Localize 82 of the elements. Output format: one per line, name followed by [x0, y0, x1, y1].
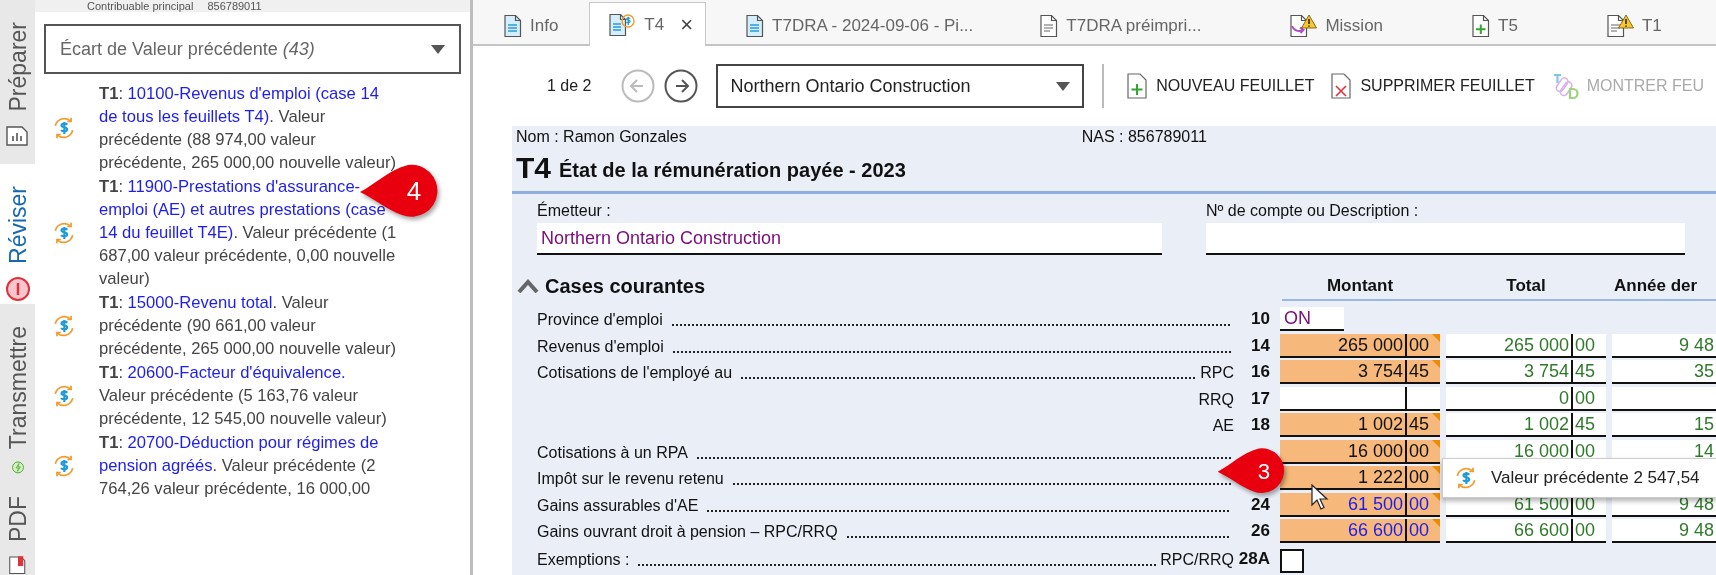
amount-field[interactable]: 9 48: [1612, 519, 1716, 544]
mouse-cursor-icon: [1311, 484, 1329, 510]
taxpayer-name: Nom : Ramon Gonzales: [516, 128, 687, 146]
side-tab[interactable]: Réviser: [0, 164, 35, 304]
document-tab[interactable]: T1: [1592, 4, 1675, 46]
document-tab[interactable]: T5: [1458, 4, 1531, 46]
field-label: RPC/RRQ: [1160, 550, 1234, 569]
box-number: 26: [1251, 521, 1270, 541]
review-item: T1: 20600-Facteur d'équivalence. Valeur précédente (5 163,76 valeur précédente, 12 545,00 nouvelle valeur): [99, 362, 388, 430]
section-heading: Cases courantes: [545, 274, 706, 298]
review-item: T1: 20700-Déduction pour régimes de pension agréés. Valeur précédente (2 764,26 valeur précédente, 16 000,00: [99, 432, 380, 500]
document-plus-icon: [1126, 72, 1149, 100]
amount-field[interactable]: 1 222 00: [1280, 466, 1440, 491]
box-number: 17: [1251, 388, 1270, 408]
chart-document-icon: [4, 123, 31, 148]
filter-dropdown[interactable]: Écart de Valeur précédente (43): [44, 24, 461, 74]
field-label: Nº de compte ou Description :: [1206, 202, 1420, 221]
field-label: Exemptions :: [537, 550, 630, 569]
field-label: Revenus d'emploi: [537, 337, 664, 356]
amount-field[interactable]: 16 000 00: [1280, 439, 1440, 464]
field-label: Province d'emploi: [537, 311, 663, 330]
field-label: RRQ: [1198, 390, 1234, 409]
column-header: Total: [1505, 276, 1547, 296]
sin-number: 856789011: [207, 0, 262, 12]
field-label: Émetteur :: [537, 202, 612, 221]
amount-field[interactable]: 1 002 45: [1280, 413, 1440, 438]
issuer-field[interactable]: Northern Ontario Construction: [537, 223, 1162, 255]
amount-field[interactable]: 66 600 00: [1446, 519, 1606, 544]
document-tab[interactable]: T7DRA - 2024-09-06 - Pi...: [732, 4, 987, 46]
review-item: T1: 15000-Revenu total. Valeur précédente (90 661,00 valeur précédente, 265 000,00 nouvelle valeur): [99, 292, 397, 360]
sin-number: NAS : 856789011: [1081, 128, 1207, 146]
amount-field[interactable]: 1 002 45: [1446, 413, 1606, 438]
close-button[interactable]: ×: [680, 13, 694, 36]
amount-field[interactable]: 3 754 45: [1280, 360, 1440, 385]
employer-dropdown[interactable]: Northern Ontario Construction: [716, 64, 1085, 108]
document-tab[interactable]: Mission: [1276, 4, 1397, 46]
box-number: 14: [1251, 335, 1270, 355]
checkbox[interactable]: [1280, 548, 1304, 573]
document-tab[interactable]: Info: [490, 4, 572, 46]
amount-field[interactable]: [1280, 386, 1440, 411]
field-label: Impôt sur le revenu retenu: [537, 470, 724, 489]
caret-icon: [431, 44, 445, 54]
field-label: Gains assurables d'AE: [537, 496, 699, 515]
amount-field[interactable]: 66 600 00: [1280, 519, 1440, 544]
review-item: T1: 11900-Prestations d'assurance-emploi (AE) et autres prestations (case 14 du feuillet T4E). Valeur précédente (1 687,00 valeur précédente, 0,00 nouvelle valeur): [99, 176, 397, 290]
province-field[interactable]: ON: [1280, 307, 1344, 332]
amount-field[interactable]: 9 48: [1612, 333, 1716, 358]
document-cross-icon: [1330, 72, 1353, 100]
form-code: T4: [516, 151, 551, 185]
review-item: T1: 10100-Revenus d'emploi (case 14 de tous les feuillets T4). Valeur précédente (88 974,00 valeur précédente, 265 000,00 nouvelle valeur): [99, 83, 397, 174]
amount-field[interactable]: 35: [1612, 360, 1716, 385]
form-title: État de la rémunération payée - 2023: [559, 158, 906, 182]
box-number: 18: [1251, 415, 1270, 435]
taxpayer-label: Contribuable principal: [87, 0, 194, 12]
box-number: 16: [1251, 362, 1270, 382]
caret-icon: [1056, 81, 1071, 91]
stop-icon: [4, 275, 31, 302]
field-label: Gains ouvrant droit à pension – RPC/RRQ: [537, 523, 838, 542]
document-tab[interactable]: T7DRA préimpri...: [1026, 4, 1215, 46]
account-field[interactable]: [1206, 223, 1685, 255]
tooltip: Valeur précédente 2 547,54: [1442, 458, 1716, 498]
box-number: 24: [1251, 494, 1270, 514]
amount-field[interactable]: 3 754 45: [1446, 360, 1606, 385]
page-counter: 1 de 2: [547, 77, 592, 95]
amount-field[interactable]: [1612, 386, 1716, 411]
toolbar-button[interactable]: SUPPRIMER FEUILLET: [1326, 72, 1545, 100]
field-label: Cotisations de l'employé au: [537, 364, 733, 383]
amount-field[interactable]: 15: [1612, 413, 1716, 438]
document-tab[interactable]: T4 ×: [589, 2, 707, 46]
amount-field[interactable]: 0 00: [1446, 386, 1606, 411]
column-header: Année der: [1613, 276, 1699, 296]
amount-field[interactable]: 265 000 00: [1446, 333, 1606, 358]
amount-field[interactable]: 265 000 00: [1280, 333, 1440, 358]
collapse-icon[interactable]: [517, 279, 539, 293]
field-label: RPC: [1200, 364, 1234, 383]
field-label: Cotisations à un RPA: [537, 443, 688, 462]
box-number: 28A: [1238, 548, 1270, 568]
amount-field[interactable]: 61 500 00: [1280, 492, 1440, 517]
column-header: Montant: [1325, 276, 1395, 296]
field-label: AE: [1212, 417, 1234, 436]
toolbar-button[interactable]: NOUVEAU FEUILLET: [1122, 72, 1325, 100]
box-number: 10: [1251, 309, 1270, 329]
